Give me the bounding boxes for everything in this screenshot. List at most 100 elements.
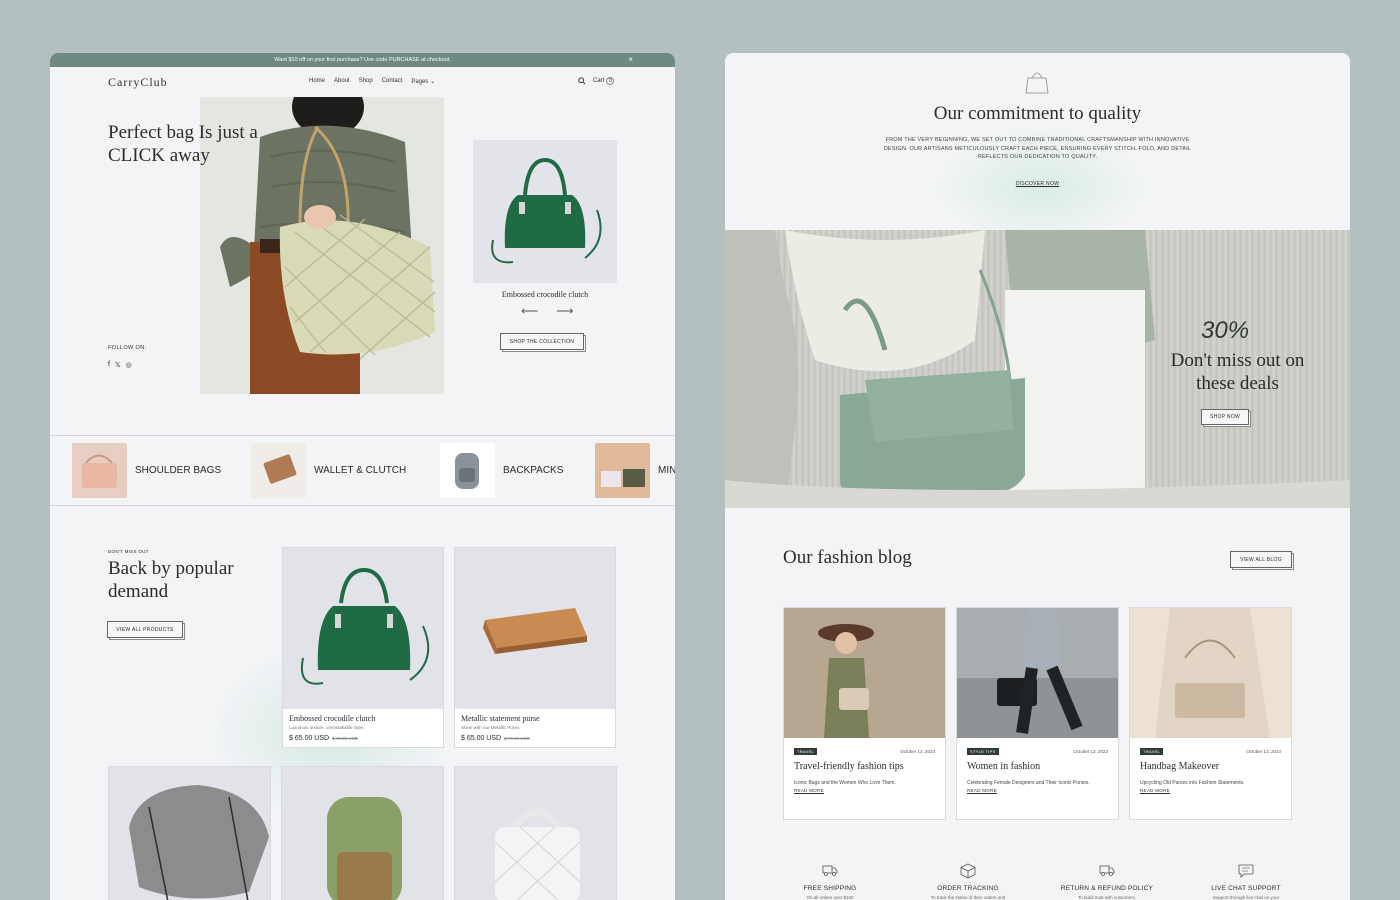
feature-title: LIVE CHAT SUPPORT — [1211, 885, 1281, 892]
blog-card[interactable]: STYLE TIPS October 13, 2023 Women in fash… — [956, 607, 1119, 820]
facebook-icon[interactable]: f — [108, 361, 110, 369]
announcement-text: Want $10 off on your first purchase? Use… — [274, 57, 451, 63]
nav-home[interactable]: Home — [309, 78, 325, 85]
price-old: $ 70.00 USD — [332, 736, 358, 741]
feature-title: ORDER TRACKING — [937, 885, 999, 892]
blog-post-title[interactable]: Women in fashion — [957, 755, 1118, 772]
price-old: $ 70.00 USD — [504, 736, 530, 741]
blog-card[interactable]: TRAVEL October 13, 2023 Travel-friendly f… — [783, 607, 946, 820]
search-icon[interactable] — [578, 77, 586, 85]
arrow-right-icon[interactable]: ⟶ — [556, 304, 573, 318]
category-mini[interactable]: MIN — [595, 443, 675, 498]
featured-product-name: Embossed crocodile clutch — [501, 290, 589, 299]
deal-title: Don't miss out on these deals — [1170, 350, 1305, 394]
product-card-fur-bag[interactable] — [108, 766, 271, 900]
product-desc: Luxurious texture, unmistakable style. — [289, 725, 365, 730]
blog-tag[interactable]: TRAVEL — [1140, 748, 1164, 755]
feature-subtitle: To build trust with customers. — [1077, 895, 1137, 900]
nav-pages[interactable]: Pages ⌄ — [411, 78, 435, 85]
feature-free-shipping: FREE SHIPPING On all orders over $150 — [770, 863, 890, 900]
deal-percent: 30% — [1201, 317, 1250, 344]
product-card[interactable]: Embossed crocodile clutch Luxurious text… — [282, 547, 444, 748]
product-price: $ 65.00 USD $ 70.00 USD — [455, 730, 615, 747]
popular-eyebrow: DON'T MISS OUT — [108, 549, 149, 554]
product-card-quilted-bag[interactable] — [454, 766, 617, 900]
pink-bag-icon — [82, 454, 117, 488]
product-card-backpack[interactable] — [281, 766, 444, 900]
blog-card[interactable]: TRAVEL October 13, 2023 Handbag Makeover … — [1129, 607, 1292, 820]
brown-clutch-icon — [263, 454, 297, 484]
blog-date: October 13, 2023 — [1246, 749, 1281, 754]
read-more-link[interactable]: READ MORE — [784, 787, 945, 793]
blog-post-title[interactable]: Travel-friendly fashion tips — [784, 755, 945, 772]
category-shoulder-bags[interactable]: SHOULDER BAGS — [72, 443, 221, 498]
feature-live-chat: LIVE CHAT SUPPORT Support through live c… — [1186, 863, 1306, 900]
grey-backpack-icon — [455, 453, 479, 489]
hero-title: Perfect bag Is just a CLICK away — [108, 122, 258, 166]
featured-product-image[interactable] — [473, 140, 617, 283]
discover-now-link[interactable]: DISCOVER NOW — [725, 181, 1350, 187]
product-price: $ 65.00 USD $ 70.00 USD — [283, 730, 443, 747]
blog-meta: STYLE TIPS October 13, 2023 — [957, 738, 1118, 755]
view-all-products-button[interactable]: VIEW ALL PRODUCTS — [107, 621, 183, 638]
nav-about[interactable]: About — [334, 78, 350, 85]
quality-body: FROM THE VERY BEGINNING, WE SET OUT TO C… — [883, 137, 1192, 160]
instagram-icon[interactable]: ◎ — [126, 361, 132, 369]
category-backpacks[interactable]: BACKPACKS — [440, 443, 563, 498]
handbag-line-icon — [1025, 72, 1049, 94]
blog-excerpt: Celebrating Female Designers and Their I… — [967, 780, 1090, 786]
shop-collection-button[interactable]: SHOP THE COLLECTION — [500, 333, 584, 350]
category-label: MIN — [658, 465, 675, 476]
arrow-left-icon[interactable]: ⟵ — [521, 304, 538, 318]
site-header: CarryClub Home About Shop Contact Pages … — [50, 73, 675, 91]
blog-date: October 13, 2023 — [1073, 749, 1108, 754]
read-more-link[interactable]: READ MORE — [1130, 787, 1291, 793]
product-desc: Shine with our Metallic Purse. — [461, 725, 521, 730]
cart-button[interactable]: Cart 0 — [593, 77, 615, 85]
shoulder-bag-thumb — [72, 443, 127, 498]
site-logo[interactable]: CarryClub — [108, 75, 168, 90]
read-more-link[interactable]: READ MORE — [957, 787, 1118, 793]
blog-excerpt: Iconic Bags and the Women Who Love Them. — [794, 780, 896, 786]
man-walking-illustration — [957, 608, 1118, 738]
nav-contact[interactable]: Contact — [382, 78, 403, 85]
main-nav: Home About Shop Contact Pages ⌄ — [309, 78, 435, 85]
product-image — [455, 548, 615, 709]
category-label: SHOULDER BAGS — [135, 465, 222, 476]
product-card[interactable]: Metallic statement purse Shine with our … — [454, 547, 616, 748]
category-wallet-clutch[interactable]: WALLET & CLUTCH — [251, 443, 406, 498]
backpack-thumb — [440, 443, 495, 498]
feature-return-refund: RETURN & REFUND POLICY To build trust wi… — [1047, 863, 1167, 900]
announcement-bar: Want $10 off on your first purchase? Use… — [50, 53, 675, 67]
green-handbag-illustration — [491, 157, 602, 264]
price-current: $ 65.00 USD — [289, 735, 330, 742]
blog-image — [784, 608, 945, 738]
follow-label: FOLLOW ON: — [108, 345, 147, 351]
view-all-blog-button[interactable]: VIEW ALL BLOG — [1230, 551, 1292, 568]
blog-post-title[interactable]: Handbag Makeover — [1130, 755, 1291, 772]
blog-meta: TRAVEL October 13, 2023 — [1130, 738, 1291, 755]
social-links: f 𝕏 ◎ — [108, 361, 132, 369]
mini-bags-icon — [601, 469, 645, 487]
x-twitter-icon[interactable]: 𝕏 — [115, 361, 121, 369]
feature-title: RETURN & REFUND POLICY — [1060, 885, 1154, 892]
white-quilted-bag-illustration — [494, 808, 581, 900]
blog-excerpt: Upcycling Old Purses into Fashion Statem… — [1140, 780, 1245, 786]
blog-tag[interactable]: TRAVEL — [794, 748, 818, 755]
homepage-lower-panel: Our commitment to quality FROM THE VERY … — [725, 53, 1350, 900]
category-label: BACKPACKS — [503, 465, 564, 476]
feature-subtitle: To track the status of their orders and — [930, 895, 1006, 900]
blog-tag[interactable]: STYLE TIPS — [967, 748, 999, 755]
close-icon[interactable]: × — [628, 55, 633, 64]
woman-hat-illustration — [784, 608, 945, 738]
package-icon — [908, 863, 1028, 879]
blog-meta: TRAVEL October 13, 2023 — [784, 738, 945, 755]
wallet-thumb — [251, 443, 306, 498]
category-label: WALLET & CLUTCH — [314, 465, 407, 476]
shop-now-button[interactable]: SHOP NOW — [1201, 409, 1249, 425]
cart-label: Cart — [593, 78, 605, 84]
grey-fur-bag-illustration — [129, 785, 269, 900]
nav-shop[interactable]: Shop — [359, 78, 373, 85]
blog-image — [1130, 608, 1291, 738]
truck-icon — [770, 863, 890, 879]
